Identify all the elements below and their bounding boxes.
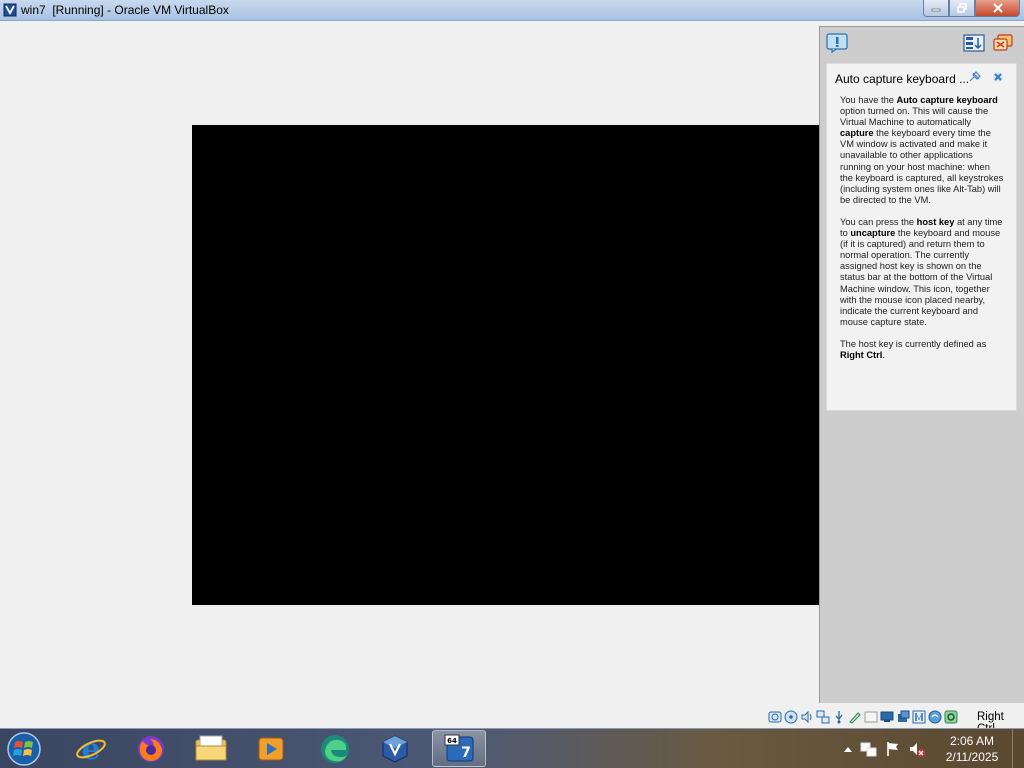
minimize-button[interactable]	[923, 0, 949, 17]
audio-icon	[801, 710, 812, 723]
usb-icon	[835, 710, 843, 723]
svg-text:e: e	[81, 733, 100, 765]
pin-icon	[969, 71, 981, 82]
file-explorer-icon	[195, 735, 227, 760]
virtualbox-vm-win7-icon: 7 64	[444, 734, 474, 761]
help-icon	[826, 33, 848, 54]
cpu-icon	[898, 710, 910, 722]
cpu-indicator[interactable]	[896, 709, 910, 724]
display-indicator[interactable]	[864, 709, 878, 724]
close-icon	[993, 72, 1003, 82]
show-desktop-button[interactable]	[1012, 729, 1024, 768]
vm-guest-screen[interactable]	[192, 125, 819, 605]
hard-disk-indicator[interactable]	[768, 709, 782, 724]
pin-notifications-icon	[993, 34, 1013, 51]
notification-paragraph: You have the Auto capture keyboard optio…	[840, 95, 1004, 205]
vm-display-area[interactable]	[0, 21, 819, 705]
close-icon	[992, 3, 1003, 13]
windows-taskbar: e 7 64 2:06 AM 2/11/2025	[0, 728, 1024, 768]
firefox-icon	[138, 735, 164, 762]
taskbar-file-explorer[interactable]	[184, 730, 238, 767]
media-player-icon	[258, 737, 284, 760]
vm-badge: 64	[447, 737, 457, 745]
system-clock[interactable]: 2:06 AM 2/11/2025	[934, 733, 1010, 765]
notification-close-button[interactable]	[991, 70, 1005, 84]
taskbar-media-player[interactable]	[244, 730, 298, 767]
mouse-integration-icon: V	[912, 710, 926, 723]
clock-time: 2:06 AM	[949, 734, 995, 748]
edge-icon	[321, 734, 349, 763]
mouse-integration-indicator[interactable]: V	[912, 709, 926, 724]
show-hidden-icons-button[interactable]	[842, 741, 854, 757]
network-indicator[interactable]	[816, 709, 830, 724]
action-center-flag-icon	[887, 742, 898, 756]
start-button[interactable]	[4, 730, 44, 768]
restore-icon	[957, 3, 967, 13]
display-icon	[864, 711, 878, 722]
notification-tray	[842, 733, 926, 765]
windows-orb-icon	[7, 732, 41, 766]
window-titlebar[interactable]: win7 [Running] - Oracle VM VirtualBox	[0, 0, 1024, 21]
notification-center-panel: Auto capture keyboard ... You have the A…	[819, 26, 1024, 703]
virtualbox-icon	[382, 734, 408, 763]
volume-muted-icon	[910, 743, 925, 757]
shared-folders-indicator[interactable]	[848, 709, 862, 724]
recording-icon	[880, 711, 894, 722]
help-button[interactable]	[826, 33, 848, 54]
network-tray-icon	[860, 742, 877, 757]
close-button[interactable]	[975, 0, 1020, 17]
clock-date: 2/11/2025	[945, 750, 999, 764]
recording-indicator[interactable]	[880, 709, 894, 724]
notification-body: You have the Auto capture keyboard optio…	[840, 95, 1004, 372]
window-title: win7 [Running] - Oracle VM VirtualBox	[21, 3, 229, 17]
virtualbox-app-icon	[2, 2, 18, 18]
guest-additions-indicator[interactable]	[944, 709, 958, 724]
panel-toolbar	[820, 27, 1024, 61]
audio-indicator[interactable]	[800, 709, 814, 724]
optical-drive-icon	[784, 710, 798, 723]
taskbar-virtualbox[interactable]	[368, 730, 422, 767]
hard-disk-icon	[768, 711, 782, 722]
usb-indicator[interactable]	[832, 709, 846, 724]
status-indicators: V	[768, 709, 958, 724]
keyboard-capture-indicator[interactable]	[928, 709, 942, 724]
vm-status-bar: V Right Ctrl	[0, 706, 1024, 735]
restore-button[interactable]	[949, 0, 975, 17]
volume-button[interactable]	[908, 740, 926, 758]
pin-notifications-button[interactable]	[992, 33, 1014, 53]
notification-paragraph: The host key is currently defined as Rig…	[840, 338, 987, 360]
panel-options-button[interactable]	[963, 33, 985, 53]
guest-additions-icon	[944, 710, 958, 723]
notification-paragraph: You can press the host key at any time t…	[840, 216, 1003, 327]
vm-number: 7	[461, 745, 471, 761]
taskbar-vm-win7[interactable]: 7 64	[432, 730, 486, 767]
taskbar-firefox[interactable]	[124, 730, 178, 767]
panel-options-icon	[963, 34, 985, 52]
taskbar-edge[interactable]	[308, 730, 362, 767]
notification-pin-button[interactable]	[968, 70, 982, 84]
keyboard-capture-icon	[928, 710, 942, 723]
notification-card: Auto capture keyboard ... You have the A…	[826, 63, 1017, 411]
minimize-icon	[931, 8, 941, 12]
action-center-button[interactable]	[884, 740, 902, 758]
notification-title: Auto capture keyboard ...	[835, 72, 970, 86]
window-controls	[923, 0, 1020, 18]
network-tray-button[interactable]	[860, 740, 878, 758]
internet-explorer-icon: e	[76, 733, 106, 765]
network-icon	[816, 710, 830, 723]
shared-folders-icon	[849, 711, 861, 724]
optical-drive-indicator[interactable]	[784, 709, 798, 724]
taskbar-internet-explorer[interactable]: e	[64, 730, 118, 767]
show-hidden-icons-icon	[844, 747, 852, 752]
